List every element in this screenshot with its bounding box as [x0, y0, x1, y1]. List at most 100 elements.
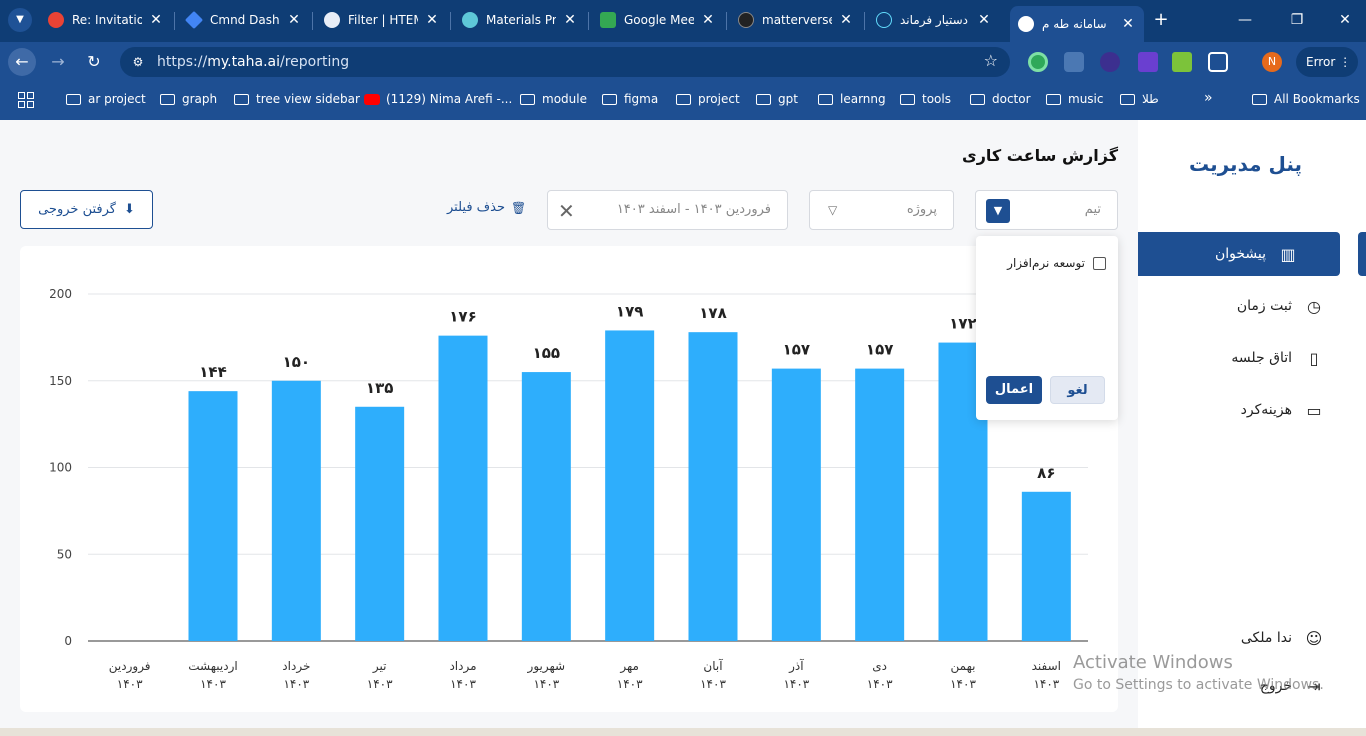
bookmark-folder[interactable]: graph [160, 92, 217, 106]
extension-icon[interactable] [1028, 52, 1048, 72]
restore-button[interactable]: ❐ [1282, 8, 1312, 32]
browser-tab[interactable]: Re: Invitation ✕ [40, 4, 172, 36]
close-tab-icon[interactable]: ✕ [424, 12, 440, 28]
bookmark-label: gpt [778, 92, 798, 106]
address-bar[interactable]: ⚙ https://my.taha.ai/reporting ☆ [120, 47, 1010, 77]
logout-button[interactable]: خروج ⇥ [1138, 664, 1366, 708]
bookmark-folder[interactable]: music [1046, 92, 1103, 106]
bookmark-folder[interactable]: gpt [756, 92, 798, 106]
close-window-button[interactable]: ✕ [1330, 8, 1360, 32]
forward-button[interactable]: → [44, 48, 72, 76]
extension-icon[interactable] [1064, 52, 1084, 72]
apply-button[interactable]: اعمال [986, 376, 1042, 404]
bookmark-folder[interactable]: doctor [970, 92, 1031, 106]
folder-icon [1252, 93, 1267, 105]
tab-separator [588, 12, 589, 30]
site-settings-icon[interactable]: ⚙ [128, 52, 148, 72]
extension-icon[interactable] [1138, 52, 1158, 72]
clock-add-icon: ◷ [1307, 296, 1321, 316]
error-button[interactable]: Error ⋮ [1296, 47, 1358, 77]
close-tab-icon[interactable]: ✕ [148, 12, 164, 28]
browser-tab[interactable]: Materials Pro ✕ [454, 4, 586, 36]
filter-active-icon[interactable]: ▼ [986, 199, 1010, 223]
reload-button[interactable]: ↻ [80, 48, 108, 76]
bar [1021, 491, 1071, 641]
browser-tab[interactable]: Cmnd Dashb ✕ [178, 4, 310, 36]
bookmark-folder[interactable]: figma [602, 92, 658, 106]
sidebar: پنل مدیریت پیشخوان ▥ ثبت زمان ◷ اتاق جلس… [1138, 120, 1366, 736]
team-option-checkbox[interactable] [1093, 256, 1106, 270]
bar-value-label: ۱۷۹ [616, 302, 643, 320]
close-tab-icon[interactable]: ✕ [1120, 16, 1136, 32]
sidebar-item-meeting-room[interactable]: اتاق جلسه ▯ [1138, 336, 1366, 380]
team-option[interactable]: توسعه نرم‌افزار [1007, 256, 1106, 270]
clear-filter-button[interactable]: حذف فیلتر 🗑 [447, 200, 526, 215]
browser-tab-strip: ▼ Re: Invitation ✕ Cmnd Dashb ✕ Filter |… [0, 0, 1366, 42]
page-title: گزارش ساعت کاری [962, 146, 1118, 165]
y-tick-label: 50 [57, 547, 72, 561]
minimize-button[interactable]: — [1230, 8, 1260, 32]
x-tick-label: دی [872, 659, 887, 673]
profile-avatar[interactable]: N [1262, 52, 1282, 72]
bar [521, 372, 571, 641]
back-button[interactable]: ← [8, 48, 36, 76]
bookmark-folder[interactable]: project [676, 92, 740, 106]
browser-tab[interactable]: matterverse. ✕ [730, 4, 862, 36]
team-filter[interactable]: ▼ تیم [975, 190, 1118, 230]
taskbar-edge [0, 728, 1366, 736]
x-tick-label-year: ۱۴۰۳ [783, 677, 809, 691]
sidebar-item-dashboard[interactable]: پیشخوان ▥ [1138, 232, 1340, 276]
tab-title: Materials Pro [486, 13, 556, 27]
sidebar-item-time-entry[interactable]: ثبت زمان ◷ [1138, 284, 1366, 328]
tab-title: Cmnd Dashb [210, 13, 280, 27]
clear-date-icon[interactable]: ✕ [558, 199, 575, 223]
close-tab-icon[interactable]: ✕ [562, 12, 578, 28]
apps-grid-icon[interactable] [18, 92, 34, 108]
x-tick-label: فروردین [109, 659, 151, 674]
extensions-puzzle-icon[interactable] [1208, 52, 1228, 72]
browser-tab[interactable]: Filter | HTEM ✕ [316, 4, 448, 36]
all-bookmarks-folder[interactable]: All Bookmarks [1252, 92, 1360, 106]
bookmark-folder[interactable]: tools [900, 92, 951, 106]
close-tab-icon[interactable]: ✕ [976, 12, 992, 28]
bookmark-folder[interactable]: ar project [66, 92, 146, 106]
browser-tab[interactable]: Google Mee ✕ [592, 4, 724, 36]
tab-title: matterverse. [762, 13, 832, 27]
more-bookmarks-icon[interactable]: » [1204, 90, 1213, 106]
bookmark-folder[interactable]: طلا [1120, 92, 1159, 106]
bookmark-folder[interactable]: learnng [818, 92, 886, 106]
bookmark-label: ar project [88, 92, 146, 106]
browser-tab[interactable]: دستیار فرماند ✕ [868, 4, 1000, 36]
bookmark-folder[interactable]: tree view sidebar [234, 92, 360, 106]
folder-icon [756, 93, 771, 105]
close-tab-icon[interactable]: ✕ [286, 12, 302, 28]
bookmark-label: طلا [1142, 92, 1159, 106]
sidebar-item-label: پیشخوان [1214, 246, 1266, 262]
date-range-picker[interactable]: ✕ فروردین ۱۴۰۳ - اسفند ۱۴۰۳ [547, 190, 788, 230]
close-tab-icon[interactable]: ✕ [838, 12, 854, 28]
url-scheme: https:// [157, 54, 208, 70]
sidebar-item-expenses[interactable]: هزینه‌کرد ▭ [1138, 388, 1366, 432]
project-filter[interactable]: ▽ پروژه [809, 190, 954, 230]
url-text[interactable]: https://my.taha.ai/reporting [157, 54, 349, 70]
google-meet-icon [600, 12, 616, 28]
folder-icon [1120, 93, 1135, 105]
bookmark-folder[interactable]: module [520, 92, 587, 106]
extension-icon[interactable] [1172, 52, 1192, 72]
tab-search-icon[interactable]: ▼ [8, 8, 32, 32]
user-profile[interactable]: ندا ملکی ☺ [1138, 616, 1366, 660]
cancel-button[interactable]: لغو [1050, 376, 1105, 404]
export-button[interactable]: گرفتن خروجی ⬇ [20, 190, 153, 229]
bookmark-star-icon[interactable]: ☆ [984, 51, 998, 70]
tab-separator [450, 12, 451, 30]
bar [355, 406, 405, 641]
extension-icon[interactable] [1100, 52, 1120, 72]
close-tab-icon[interactable]: ✕ [700, 12, 716, 28]
bookmark-link[interactable]: (1129) Nima Arefi -... [364, 92, 512, 106]
x-tick-label: اسفند [1032, 659, 1061, 673]
bookmark-label: tree view sidebar [256, 92, 360, 106]
taha-site-icon [1018, 16, 1034, 32]
new-tab-button[interactable]: + [1150, 8, 1172, 32]
browser-tab-active[interactable]: سامانه طه م ✕ [1010, 6, 1144, 42]
sidebar-item-label: اتاق جلسه [1231, 350, 1292, 366]
